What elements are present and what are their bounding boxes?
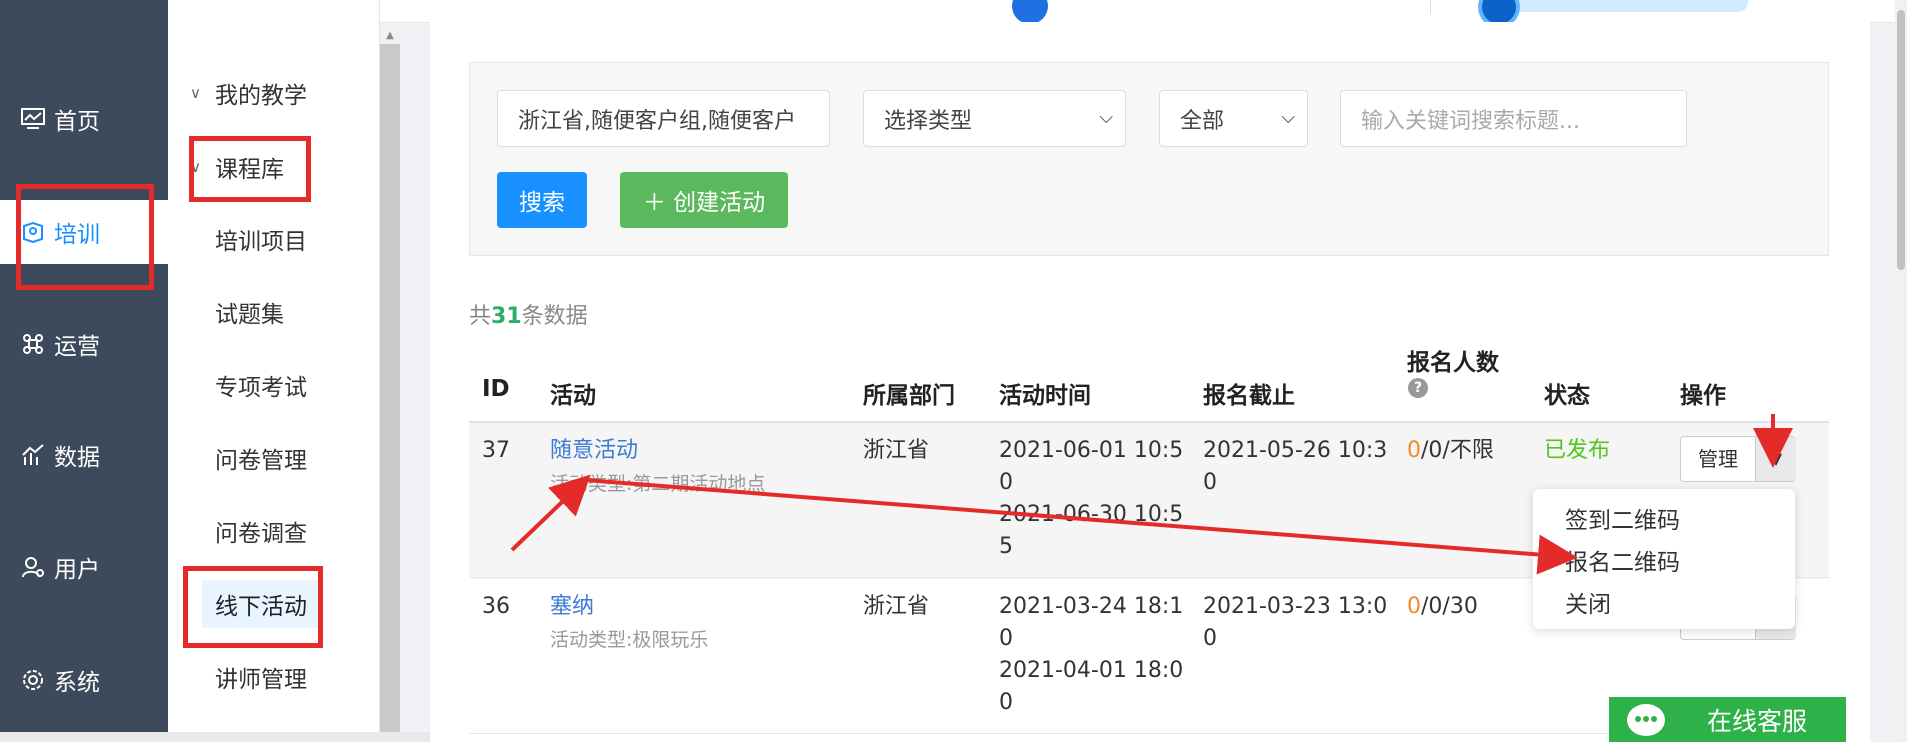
annotation-arrows xyxy=(510,414,1793,575)
annotation-arrow-to-signup-qrcode xyxy=(584,478,1578,575)
annotation-arrow-to-title xyxy=(510,474,591,552)
